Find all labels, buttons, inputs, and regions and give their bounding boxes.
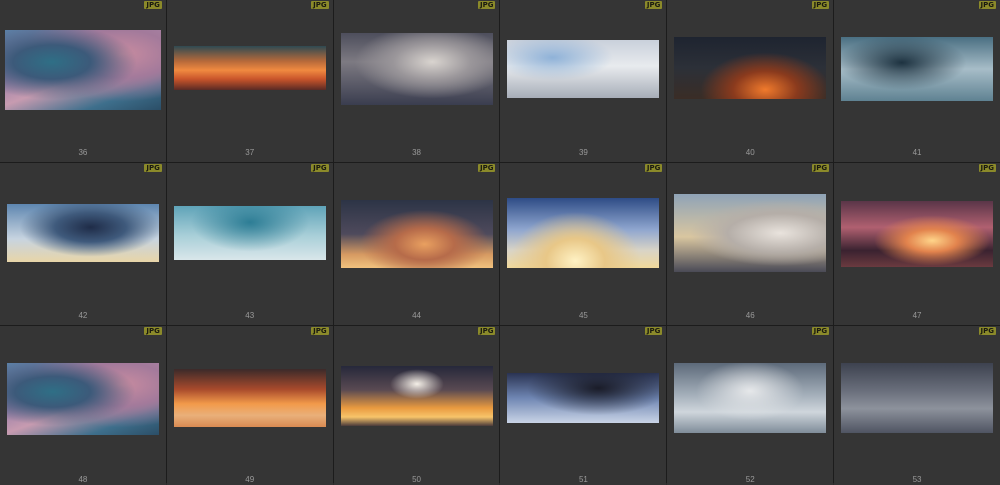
thumbnail-number: 39	[578, 148, 588, 157]
thumbnail-cell[interactable]: JPG 37	[166, 0, 333, 162]
sky-image-thumbnail[interactable]	[173, 369, 326, 427]
thumbnail-number: 40	[745, 148, 755, 157]
thumbnail-cell[interactable]: JPG 47	[834, 163, 1000, 325]
thumbnail-number: 53	[912, 475, 922, 484]
file-type-badge: JPG	[978, 164, 996, 172]
thumbnail-number: 52	[745, 475, 755, 484]
file-type-badge: JPG	[811, 1, 830, 9]
file-type-badge: JPG	[478, 164, 496, 172]
thumbnail-number: 48	[78, 475, 88, 484]
file-type-badge: JPG	[144, 1, 162, 9]
file-type-badge: JPG	[478, 327, 496, 335]
thumbnail-number: 36	[78, 148, 88, 157]
thumbnail-cell[interactable]: JPG 36	[0, 0, 166, 162]
thumbnail-number: 46	[745, 311, 755, 320]
thumbnail-cell[interactable]: JPG 50	[333, 326, 500, 485]
file-type-badge: JPG	[311, 327, 329, 335]
file-type-badge: JPG	[644, 327, 663, 335]
thumbnail-number: 50	[412, 475, 422, 484]
sky-image-thumbnail[interactable]	[173, 206, 326, 260]
thumbnail-cell[interactable]: JPG 49	[166, 326, 333, 485]
thumbnail-number: 41	[912, 148, 922, 157]
sky-image-thumbnail[interactable]	[6, 204, 159, 262]
file-type-badge: JPG	[144, 164, 162, 172]
file-type-badge: JPG	[811, 164, 830, 172]
thumbnail-cell[interactable]: JPG 44	[333, 163, 500, 325]
file-type-badge: JPG	[478, 1, 496, 9]
thumbnail-cell[interactable]: JPG 52	[667, 326, 834, 485]
sky-image-thumbnail[interactable]	[4, 30, 161, 110]
thumbnail-grid: JPG 36 JPG 37 JPG 38 JPG 39 JPG 40 JPG 41 JPG 42 JPG 43…	[0, 0, 1000, 485]
sky-image-thumbnail[interactable]	[340, 200, 493, 268]
thumbnail-cell[interactable]: JPG 43	[166, 163, 333, 325]
thumbnail-number: 47	[912, 311, 922, 320]
thumbnail-number: 43	[245, 311, 255, 320]
thumbnail-cell[interactable]: JPG 48	[0, 326, 166, 485]
file-type-badge: JPG	[811, 327, 830, 335]
thumbnail-number: 45	[578, 311, 588, 320]
sky-image-thumbnail[interactable]	[841, 37, 994, 101]
file-type-badge: JPG	[311, 164, 329, 172]
sky-image-thumbnail[interactable]	[507, 373, 660, 423]
sky-image-thumbnail[interactable]	[507, 40, 660, 98]
file-type-badge: JPG	[311, 1, 329, 9]
thumbnail-cell[interactable]: JPG 40	[667, 0, 834, 162]
file-type-badge: JPG	[978, 327, 996, 335]
thumbnail-number: 51	[578, 475, 588, 484]
sky-image-thumbnail[interactable]	[674, 37, 827, 99]
file-type-badge: JPG	[978, 1, 996, 9]
file-type-badge: JPG	[644, 1, 663, 9]
thumbnail-number: 44	[412, 311, 422, 320]
thumbnail-cell[interactable]: JPG 46	[667, 163, 834, 325]
thumbnail-cell[interactable]: JPG 38	[333, 0, 500, 162]
thumbnail-cell[interactable]: JPG 39	[500, 0, 667, 162]
thumbnail-number: 38	[412, 148, 422, 157]
sky-image-thumbnail[interactable]	[173, 46, 326, 90]
thumbnail-cell[interactable]: JPG 53	[834, 326, 1000, 485]
thumbnail-number: 49	[245, 475, 255, 484]
thumbnail-number: 37	[245, 148, 255, 157]
sky-image-thumbnail[interactable]	[340, 33, 493, 105]
thumbnail-cell[interactable]: JPG 45	[500, 163, 667, 325]
sky-image-thumbnail[interactable]	[6, 363, 159, 435]
thumbnail-number: 42	[78, 311, 88, 320]
sky-image-thumbnail[interactable]	[340, 366, 493, 426]
sky-image-thumbnail[interactable]	[674, 194, 827, 272]
sky-image-thumbnail[interactable]	[507, 198, 660, 268]
sky-image-thumbnail[interactable]	[841, 201, 994, 267]
thumbnail-cell[interactable]: JPG 41	[834, 0, 1000, 162]
file-type-badge: JPG	[644, 164, 663, 172]
thumbnail-cell[interactable]: JPG 51	[500, 326, 667, 485]
sky-image-thumbnail[interactable]	[674, 363, 827, 433]
thumbnail-cell[interactable]: JPG 42	[0, 163, 166, 325]
file-type-badge: JPG	[144, 327, 162, 335]
sky-image-thumbnail[interactable]	[841, 363, 994, 433]
